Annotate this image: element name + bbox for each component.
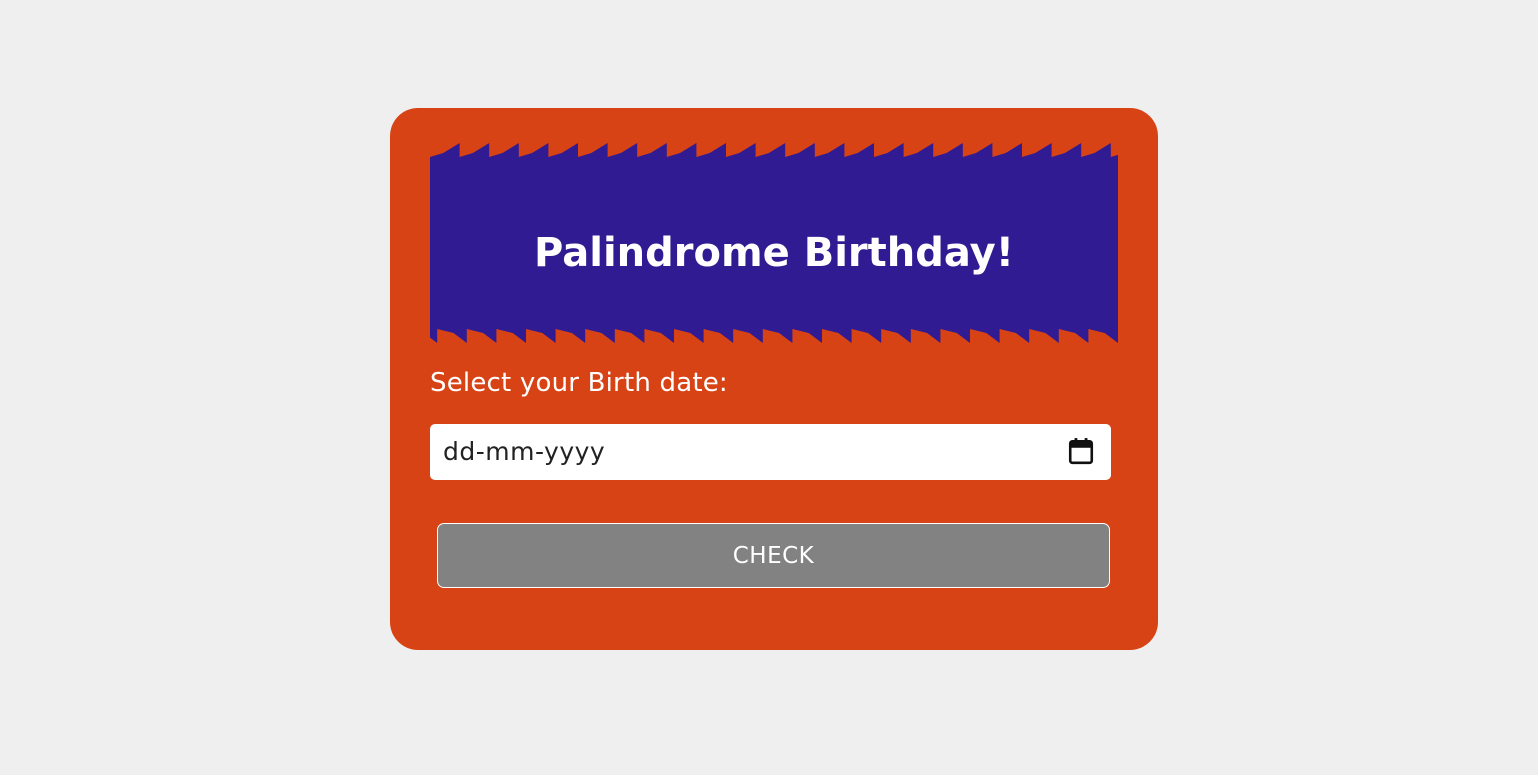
page-title: Palindrome Birthday!: [534, 230, 1014, 276]
title-banner: Palindrome Birthday!: [430, 143, 1118, 343]
birth-date-input[interactable]: dd-mm-yyyy: [430, 424, 1111, 480]
calendar-icon[interactable]: [1068, 437, 1094, 465]
birth-date-label: Select your Birth date:: [430, 368, 728, 398]
check-button[interactable]: CHECK: [437, 523, 1110, 588]
app-card: Palindrome Birthday! Select your Birth d…: [390, 108, 1158, 650]
date-placeholder: dd-mm-yyyy: [443, 437, 606, 466]
